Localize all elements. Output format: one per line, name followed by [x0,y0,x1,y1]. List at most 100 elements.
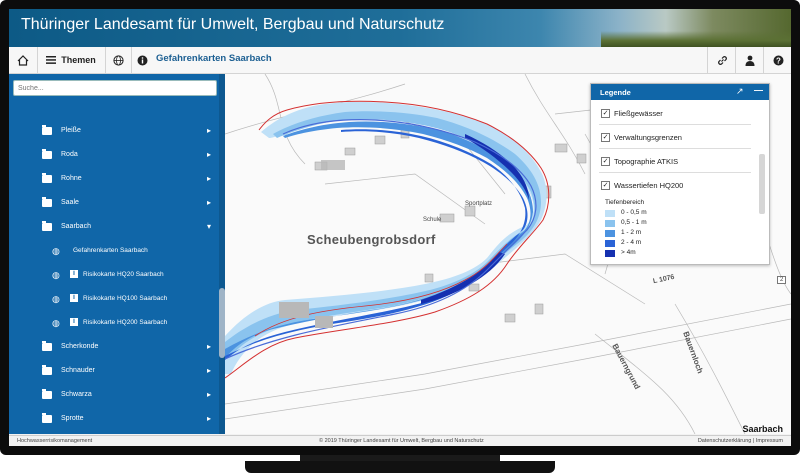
minimize-icon[interactable]: — [754,85,763,95]
sidebar-item-label: Sprotte [61,415,84,422]
legend-layer-row[interactable]: ✓ Wassertiefen HQ200 [601,178,751,192]
themes-label: Themen [61,55,96,65]
chevron-right-icon[interactable]: ▸ [207,366,211,375]
layer-checkbox[interactable]: ✓ [601,157,610,166]
globe-icon[interactable]: ◍ [52,246,60,257]
globe-icon[interactable]: ◍ [52,294,60,305]
map-region-label: Saarbach [742,424,783,434]
header-banner: Thüringer Landesamt für Umwelt, Bergbau … [9,9,791,47]
link-icon [717,55,727,65]
sidebar-subitem-label: Risikokarte HQ20 Saarbach [83,271,164,278]
sidebar-subitem[interactable]: ◍ Gefahrenkarten Saarbach [9,240,219,262]
folder-icon [42,341,52,351]
sportplatz-label: Sportplatz [465,201,493,207]
themes-button[interactable]: Themen [37,47,106,73]
folder-icon [42,197,52,207]
depth-class-label: > 4m [621,249,636,256]
place-name-label: Scheubengrobsdorf [307,232,436,247]
legend-panel: Legende ↗ — ✓ Fließgewässer ✓ Verwaltungsgr… [590,83,770,265]
globe-icon[interactable]: ◍ [52,318,60,329]
legend-layer-label: Verwaltungsgrenzen [614,133,682,142]
page-title: Thüringer Landesamt für Umwelt, Bergbau … [21,16,445,33]
sidebar-subitem[interactable]: ◍ i Risikokarte HQ200 Saarbach [9,312,219,334]
footer: Hochwasserrisikomanagement © 2019 Thürin… [9,435,791,446]
banner-landscape [601,31,791,47]
sidebar-item-label: Rohne [61,175,82,182]
legend-divider [599,124,751,125]
legend-layer-row[interactable]: ✓ Fließgewässer [601,106,751,120]
home-icon [17,54,29,66]
sidebar-subitem[interactable]: ◍ i Risikokarte HQ100 Saarbach [9,288,219,310]
depth-swatch [605,210,615,217]
chevron-right-icon[interactable]: ▸ [207,174,211,183]
folder-icon [42,365,52,375]
sidebar-item[interactable]: Rohne ▸ [9,168,219,190]
sidebar-item[interactable]: Roda ▸ [9,144,219,166]
folder-icon [42,413,52,423]
current-map-title[interactable]: Gefahrenkarten Saarbach [156,53,272,64]
sidebar-item-label: Schwarza [61,391,92,398]
home-button[interactable] [9,47,38,73]
info-icon[interactable]: i [70,270,78,278]
chevron-down-icon[interactable]: ▾ [207,222,211,231]
chevron-right-icon[interactable]: ▸ [207,126,211,135]
legend-divider [599,172,751,173]
chevron-right-icon[interactable]: ▸ [207,342,211,351]
depth-swatch [605,240,615,247]
chevron-right-icon[interactable]: ▸ [207,414,211,423]
depth-range-title: Tiefenbereich [605,199,645,206]
legend-header: Legende ↗ — [591,84,769,100]
sidebar-item[interactable]: Schwarza ▸ [9,384,219,406]
legend-layer-row[interactable]: ✓ Verwaltungsgrenzen [601,130,751,144]
sidebar-subitem-label: Gefahrenkarten Saarbach [73,247,148,254]
sidebar-item[interactable]: Pleiße ▸ [9,120,219,142]
chevron-right-icon[interactable]: ▸ [207,198,211,207]
sidebar-item-label: Saale [61,199,79,206]
map-globe-button[interactable] [105,47,132,73]
depth-class-label: 2 - 4 m [621,239,642,246]
user-button[interactable] [735,47,764,73]
person-icon [745,55,755,66]
sidebar-subitem[interactable]: ◍ i Risikokarte HQ20 Saarbach [9,264,219,286]
sidebar-subitem-label: Risikokarte HQ200 Saarbach [83,319,168,326]
sidebar-item[interactable]: Scherkonde ▸ [9,336,219,358]
menu-icon [46,56,57,64]
sidebar-item[interactable]: Schnauder ▸ [9,360,219,382]
link-button[interactable] [707,47,736,73]
depth-swatch [605,250,615,257]
search-input[interactable] [13,80,217,96]
sidebar-item[interactable]: Saale ▸ [9,192,219,214]
footer-legal-links[interactable]: Datenschutzerklärung | Impressum [698,438,783,444]
sidebar-item-label: Pleiße [61,127,81,134]
legend-divider [599,148,751,149]
globe-icon [112,54,124,66]
layer-checkbox[interactable]: ✓ [601,109,610,118]
legend-layer-label: Topographie ATKIS [614,157,679,166]
legend-layer-label: Wassertiefen HQ200 [614,181,684,190]
info-icon[interactable]: i [70,318,78,326]
legend-layer-row[interactable]: ✓ Topographie ATKIS [601,154,751,168]
folder-icon [42,389,52,399]
chevron-right-icon[interactable]: ▸ [207,390,211,399]
layer-checkbox[interactable]: ✓ [601,133,610,142]
legend-scrollbar[interactable] [759,154,765,214]
sidebar-item[interactable]: Sprotte ▸ [9,408,219,430]
depth-class-label: 0 - 0,5 m [621,209,647,216]
sidebar-subitem-label: Risikokarte HQ100 Saarbach [83,295,168,302]
info-button[interactable] [131,47,153,73]
depth-class-label: 1 - 2 m [621,229,642,236]
chevron-right-icon[interactable]: ▸ [207,150,211,159]
expand-icon[interactable]: ↗ [736,86,744,97]
info-icon[interactable]: i [70,294,78,302]
layer-checkbox[interactable]: ✓ [601,181,610,190]
folder-icon [42,125,52,135]
folder-icon [42,149,52,159]
globe-icon[interactable]: ◍ [52,270,60,281]
sidebar-item-label: Roda [61,151,78,158]
sidebar: Pleiße ▸ Roda ▸ Rohne ▸ Saale ▸ Saarbach ▾ ◍ Gefahr… [9,74,225,434]
help-button[interactable]: ? [763,47,791,73]
school-label: Schule [423,217,442,223]
sidebar-item[interactable]: Saarbach ▾ [9,216,219,238]
footer-project-link[interactable]: Hochwasserrisikomanagement [17,438,92,444]
sidebar-item-label: Schnauder [61,367,95,374]
